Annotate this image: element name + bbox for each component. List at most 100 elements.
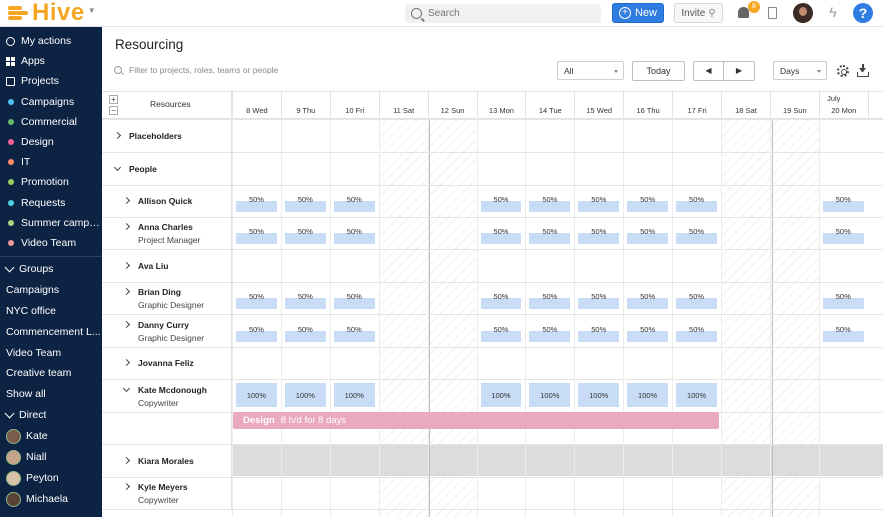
allocation-cell[interactable]: 50% bbox=[480, 326, 522, 342]
sidebar-project-item[interactable]: Commercial bbox=[0, 112, 102, 132]
caret-down-icon[interactable]: ▼ bbox=[88, 6, 96, 15]
new-button[interactable]: + New bbox=[612, 3, 664, 23]
allocation-cell[interactable]: 50% bbox=[822, 228, 864, 244]
allocation-cell[interactable]: 50% bbox=[676, 326, 717, 342]
allocation-cell[interactable]: 50% bbox=[822, 196, 864, 212]
resource-row[interactable]: Danny Curry Graphic Designer bbox=[102, 314, 232, 347]
allocation-cell[interactable]: 50% bbox=[236, 196, 277, 212]
sidebar-group-item[interactable]: Video Team bbox=[0, 343, 102, 363]
user-avatar[interactable] bbox=[793, 3, 813, 23]
filter-box[interactable]: Filter to projects, roles, teams or peop… bbox=[114, 65, 278, 75]
chevron-icon[interactable] bbox=[122, 482, 131, 491]
resource-row[interactable]: Jovanna Feliz bbox=[102, 346, 232, 379]
next-button[interactable]: ▶ bbox=[724, 61, 755, 81]
allocation-cell[interactable]: 50% bbox=[627, 196, 669, 212]
filter-select[interactable]: All bbox=[557, 61, 624, 80]
sidebar-group-item[interactable]: NYC office bbox=[0, 301, 102, 321]
allocation-cell[interactable]: 50% bbox=[236, 326, 277, 342]
allocation-cell[interactable]: 100% bbox=[627, 383, 669, 407]
allocation-cell[interactable]: 50% bbox=[627, 326, 669, 342]
allocation-cell[interactable]: 50% bbox=[822, 293, 864, 309]
sidebar-groups-header[interactable]: Groups bbox=[0, 259, 102, 279]
sidebar-direct-header[interactable]: Direct bbox=[0, 405, 102, 425]
sidebar-item-my-actions[interactable]: My actions bbox=[0, 31, 102, 51]
allocation-cell[interactable]: 50% bbox=[284, 228, 326, 244]
collapse-all-button[interactable]: − bbox=[109, 106, 118, 115]
allocation-cell[interactable]: 50% bbox=[529, 293, 571, 309]
sidebar-item-projects[interactable]: Projects bbox=[0, 71, 102, 91]
allocation-cell[interactable]: 50% bbox=[578, 293, 620, 309]
sidebar-project-item[interactable]: Summer campa... bbox=[0, 213, 102, 233]
hive-logo[interactable]: Hive ▼ bbox=[8, 1, 96, 25]
allocation-cell[interactable]: 50% bbox=[333, 293, 375, 309]
resource-row[interactable]: Allison Quick bbox=[102, 184, 232, 217]
chevron-icon[interactable] bbox=[122, 261, 131, 270]
sidebar-direct-item[interactable]: Kate bbox=[0, 426, 102, 446]
chevron-icon[interactable] bbox=[122, 222, 131, 231]
allocation-cell[interactable]: 100% bbox=[480, 383, 522, 407]
sidebar-project-item[interactable]: Design bbox=[0, 132, 102, 152]
allocation-cell[interactable]: 100% bbox=[236, 383, 277, 407]
allocation-cell[interactable]: 50% bbox=[822, 326, 864, 342]
allocation-cell[interactable]: 50% bbox=[676, 196, 717, 212]
allocation-cell[interactable]: 50% bbox=[676, 293, 717, 309]
document-icon[interactable] bbox=[768, 7, 777, 19]
allocation-cell[interactable]: 50% bbox=[284, 196, 326, 212]
allocation-cell[interactable]: 50% bbox=[480, 228, 522, 244]
allocation-cell[interactable]: 50% bbox=[236, 293, 277, 309]
sidebar-direct-item[interactable]: Peyton bbox=[0, 468, 102, 488]
sidebar-group-item[interactable]: Show all bbox=[0, 384, 102, 404]
allocation-cell[interactable]: 100% bbox=[676, 383, 717, 407]
sidebar-direct-item[interactable]: Michaela bbox=[0, 489, 102, 509]
chevron-icon[interactable] bbox=[122, 358, 131, 367]
view-select[interactable]: Days bbox=[773, 61, 827, 80]
chevron-icon[interactable] bbox=[122, 456, 131, 465]
chevron-icon[interactable] bbox=[113, 163, 122, 172]
resource-row[interactable]: Ava Liu bbox=[102, 249, 232, 282]
sidebar-group-item[interactable]: Creative team bbox=[0, 363, 102, 383]
help-icon[interactable]: ? bbox=[853, 3, 873, 23]
today-button[interactable]: Today bbox=[632, 61, 685, 81]
allocation-cell[interactable]: 50% bbox=[676, 228, 717, 244]
resource-row[interactable]: Brian Ding Graphic Designer bbox=[102, 281, 232, 314]
sidebar-project-item[interactable]: Video Team bbox=[0, 233, 102, 253]
chevron-icon[interactable] bbox=[122, 320, 131, 329]
allocation-cell[interactable]: 50% bbox=[333, 228, 375, 244]
allocation-cell[interactable]: 50% bbox=[333, 326, 375, 342]
allocation-cell[interactable]: 50% bbox=[529, 326, 571, 342]
resource-row[interactable]: Anna Charles Project Manager bbox=[102, 216, 232, 249]
task-bar[interactable]: Design 8 h/d for 8 days bbox=[233, 412, 719, 429]
resource-row[interactable]: Kate Mcdonough Copywriter bbox=[102, 379, 232, 412]
expand-all-button[interactable]: + bbox=[109, 95, 118, 104]
resource-row[interactable]: Kiara Morales bbox=[102, 444, 232, 477]
allocation-cell[interactable]: 50% bbox=[284, 326, 326, 342]
search-box[interactable] bbox=[405, 4, 601, 23]
allocation-cell[interactable]: 50% bbox=[578, 228, 620, 244]
resource-row[interactable]: Kyle Meyers Copywriter bbox=[102, 476, 232, 509]
resource-row[interactable]: People bbox=[102, 152, 232, 185]
sidebar-group-item[interactable]: Campaigns bbox=[0, 280, 102, 300]
sidebar-project-item[interactable]: Promotion bbox=[0, 172, 102, 192]
allocation-cell[interactable]: 50% bbox=[284, 293, 326, 309]
sidebar-project-item[interactable]: Requests bbox=[0, 193, 102, 213]
sidebar-project-item[interactable]: Campaigns bbox=[0, 92, 102, 112]
sidebar-project-item[interactable]: IT bbox=[0, 152, 102, 172]
chevron-icon[interactable] bbox=[122, 196, 131, 205]
search-input[interactable] bbox=[428, 8, 588, 19]
allocation-cell[interactable]: 50% bbox=[480, 293, 522, 309]
allocation-cell[interactable]: 50% bbox=[627, 228, 669, 244]
resource-row[interactable]: Placeholders bbox=[102, 119, 232, 152]
allocation-cell[interactable]: 50% bbox=[333, 196, 375, 212]
allocation-cell[interactable]: 50% bbox=[480, 196, 522, 212]
allocation-cell[interactable]: 100% bbox=[578, 383, 620, 407]
allocation-cell[interactable]: 50% bbox=[236, 228, 277, 244]
allocation-cell[interactable]: 50% bbox=[578, 196, 620, 212]
allocation-cell[interactable]: 50% bbox=[627, 293, 669, 309]
chevron-icon[interactable] bbox=[122, 384, 131, 393]
previous-button[interactable]: ◀ bbox=[693, 61, 724, 81]
sidebar-direct-item[interactable]: Niall bbox=[0, 447, 102, 467]
allocation-cell[interactable]: 100% bbox=[284, 383, 326, 407]
download-icon[interactable] bbox=[857, 64, 869, 77]
allocation-cell[interactable]: 50% bbox=[529, 228, 571, 244]
gear-icon[interactable] bbox=[837, 65, 849, 77]
